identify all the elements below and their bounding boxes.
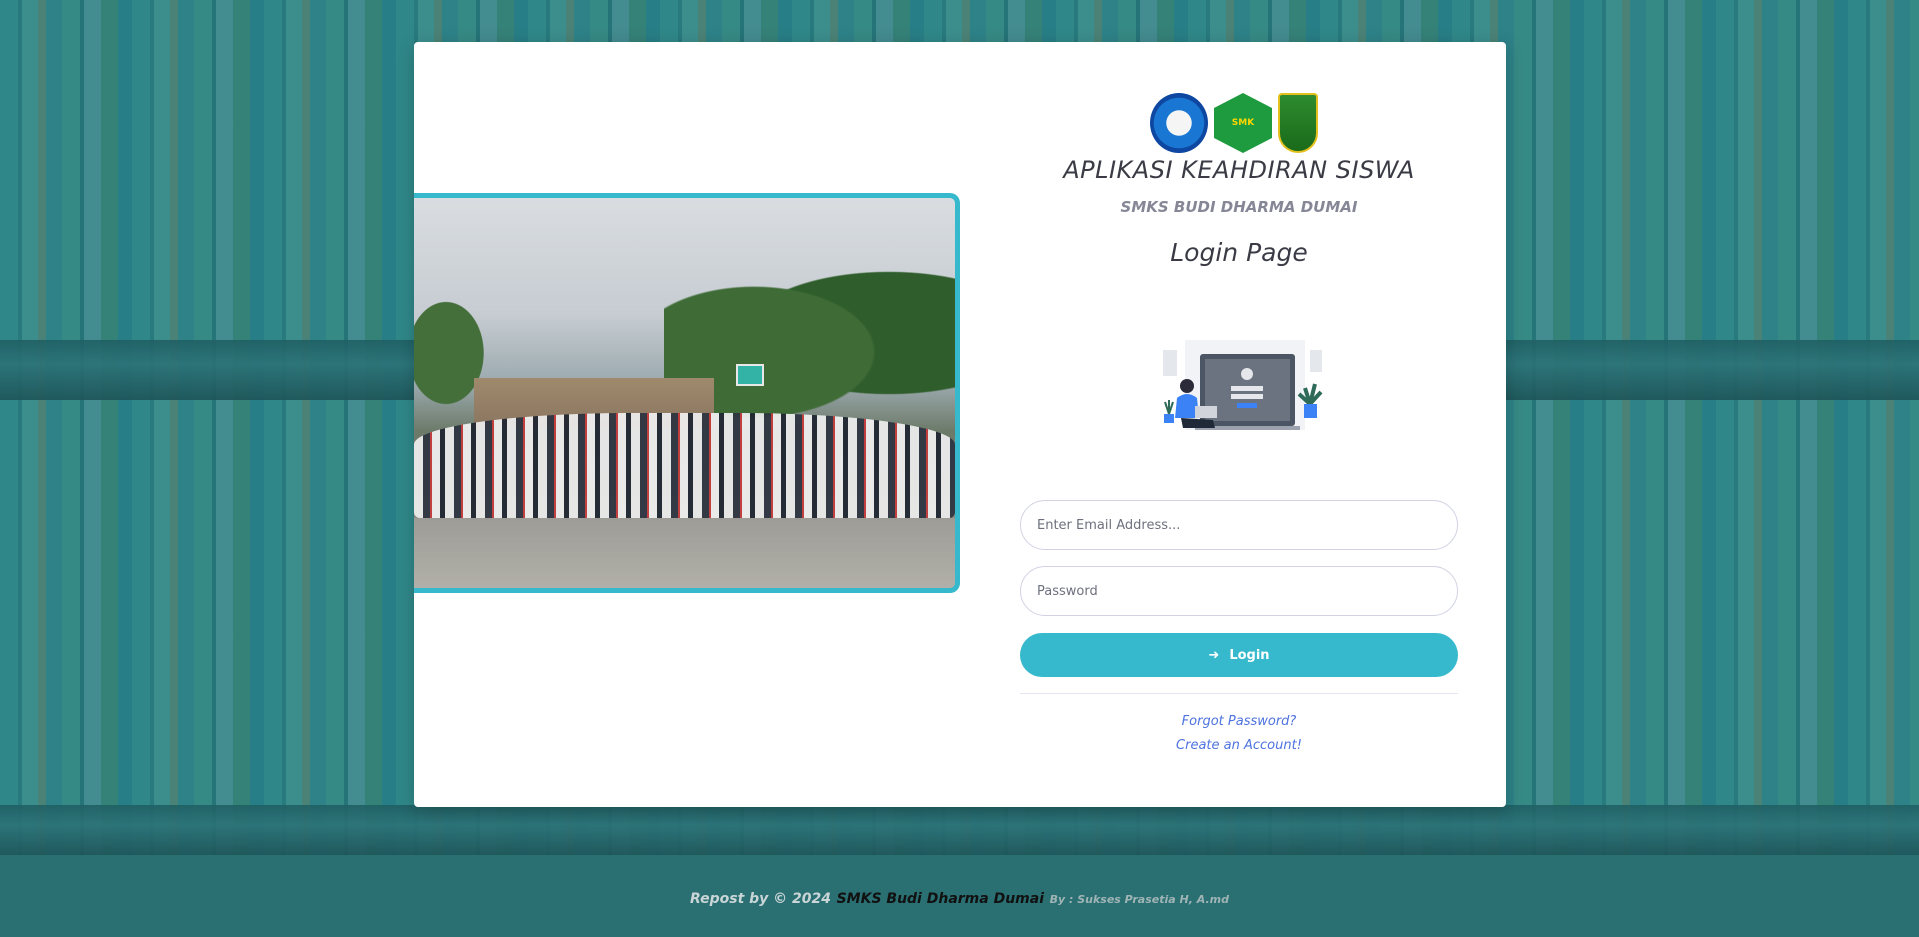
- kemdikbud-logo-icon: [1150, 93, 1208, 153]
- footer: Repost by © 2024 SMKS Budi Dharma Dumai …: [0, 888, 1919, 907]
- page-title: Login Page: [1170, 238, 1308, 267]
- footer-copyright: Repost by © 2024: [690, 891, 831, 907]
- email-input[interactable]: [1020, 500, 1458, 550]
- riau-logo-icon: [1278, 93, 1318, 153]
- create-account-link[interactable]: Create an Account!: [1020, 738, 1458, 753]
- footer-author: By : Sukses Prasetia H, A.md: [1049, 893, 1229, 906]
- sign-in-icon: ➜: [1208, 647, 1220, 663]
- app-title: APLIKASI KEAHDIRAN SISWA: [1063, 156, 1415, 184]
- smk-logo-icon: SMK: [1214, 93, 1272, 153]
- login-button-label: Login: [1229, 647, 1270, 663]
- login-button[interactable]: ➜ Login: [1020, 633, 1458, 677]
- footer-school: SMKS Budi Dharma Dumai: [836, 891, 1045, 907]
- password-input[interactable]: [1020, 566, 1458, 616]
- forgot-password-link[interactable]: Forgot Password?: [1020, 714, 1458, 729]
- school-photo: [414, 193, 960, 593]
- school-name: SMKS BUDI DHARMA DUMAI: [1120, 198, 1358, 216]
- logo-group: SMK: [1150, 92, 1330, 154]
- bookshelf-background: [0, 805, 1919, 855]
- login-illustration-icon: [1163, 340, 1323, 430]
- login-card: SMK APLIKASI KEAHDIRAN SISWA SMKS BUDI D…: [414, 42, 1506, 807]
- divider: [1020, 693, 1458, 694]
- login-panel: SMK APLIKASI KEAHDIRAN SISWA SMKS BUDI D…: [1020, 42, 1458, 807]
